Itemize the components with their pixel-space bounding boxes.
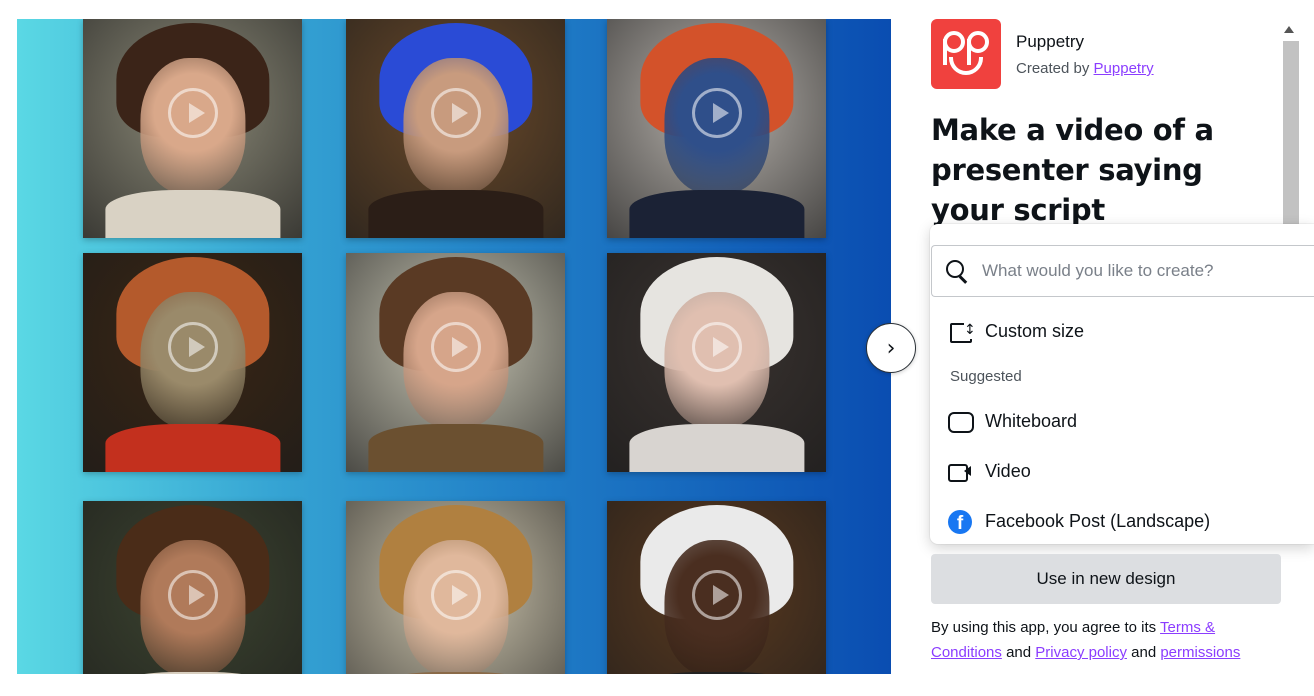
play-icon[interactable] xyxy=(167,88,218,139)
creator-link[interactable]: Puppetry xyxy=(1094,60,1154,77)
app-headline: Make a video of a presenter saying your … xyxy=(931,113,1214,227)
app-name: Puppetry xyxy=(1016,32,1085,51)
privacy-policy-link[interactable]: Privacy policy xyxy=(1035,644,1127,661)
legal-notice: By using this app, you agree to its Term… xyxy=(931,619,1241,661)
search-icon xyxy=(946,260,968,282)
create-design-dropdown: Custom size Suggested Whiteboard Video F… xyxy=(930,224,1314,544)
presenter-old-man-white-hair[interactable] xyxy=(607,501,826,674)
chevron-right-icon: › xyxy=(886,335,896,361)
presenter-woman-long-brown-hair[interactable] xyxy=(346,253,565,472)
permissions-link[interactable]: permissions xyxy=(1160,644,1240,661)
video-icon xyxy=(946,457,974,485)
menu-item-label: Custom size xyxy=(985,320,1085,341)
play-icon[interactable] xyxy=(430,322,481,373)
menu-item-label: Whiteboard xyxy=(985,410,1078,431)
menu-item-label: Facebook Post (Landscape) xyxy=(985,510,1211,531)
search-input[interactable] xyxy=(982,261,1314,281)
app-preview-hero xyxy=(17,19,891,674)
facebook-icon xyxy=(946,507,974,535)
use-in-new-design-button[interactable]: Use in new design xyxy=(931,554,1281,604)
search-box[interactable] xyxy=(931,245,1314,297)
suggested-heading: Suggested xyxy=(950,368,1022,385)
menu-item-label: Video xyxy=(985,460,1031,481)
scrollbar-up-arrow[interactable] xyxy=(1284,26,1294,33)
presenter-woman-white-hair[interactable] xyxy=(607,253,826,472)
play-icon[interactable] xyxy=(430,570,481,621)
menu-item-custom-size[interactable]: Custom size xyxy=(946,316,1084,346)
created-by-prefix: Created by xyxy=(1016,60,1090,77)
presenter-blue-skin-redhead[interactable] xyxy=(607,19,826,238)
presenter-man-spiky-hair[interactable] xyxy=(83,501,302,674)
presenter-gold-robot[interactable] xyxy=(83,253,302,472)
play-icon[interactable] xyxy=(430,88,481,139)
play-icon[interactable] xyxy=(167,570,218,621)
app-creator: Created by Puppetry xyxy=(1016,60,1154,77)
play-icon[interactable] xyxy=(167,322,218,373)
play-icon[interactable] xyxy=(691,570,742,621)
presenter-blue-hair-cyborg[interactable] xyxy=(346,19,565,238)
play-icon[interactable] xyxy=(691,88,742,139)
menu-item-whiteboard[interactable]: Whiteboard xyxy=(946,406,1077,436)
carousel-next-button[interactable]: › xyxy=(866,323,916,373)
custom-size-icon xyxy=(946,317,976,345)
presenter-woman-brown-bob[interactable] xyxy=(83,19,302,238)
presenter-woman-blonde-wavy[interactable] xyxy=(346,501,565,674)
scrollbar-thumb[interactable] xyxy=(1283,41,1299,231)
menu-item-facebook-post[interactable]: Facebook Post (Landscape) xyxy=(946,506,1210,536)
whiteboard-icon xyxy=(946,407,974,435)
play-icon[interactable] xyxy=(691,322,742,373)
menu-item-video[interactable]: Video xyxy=(946,456,1031,486)
puppetry-logo xyxy=(931,19,1001,89)
